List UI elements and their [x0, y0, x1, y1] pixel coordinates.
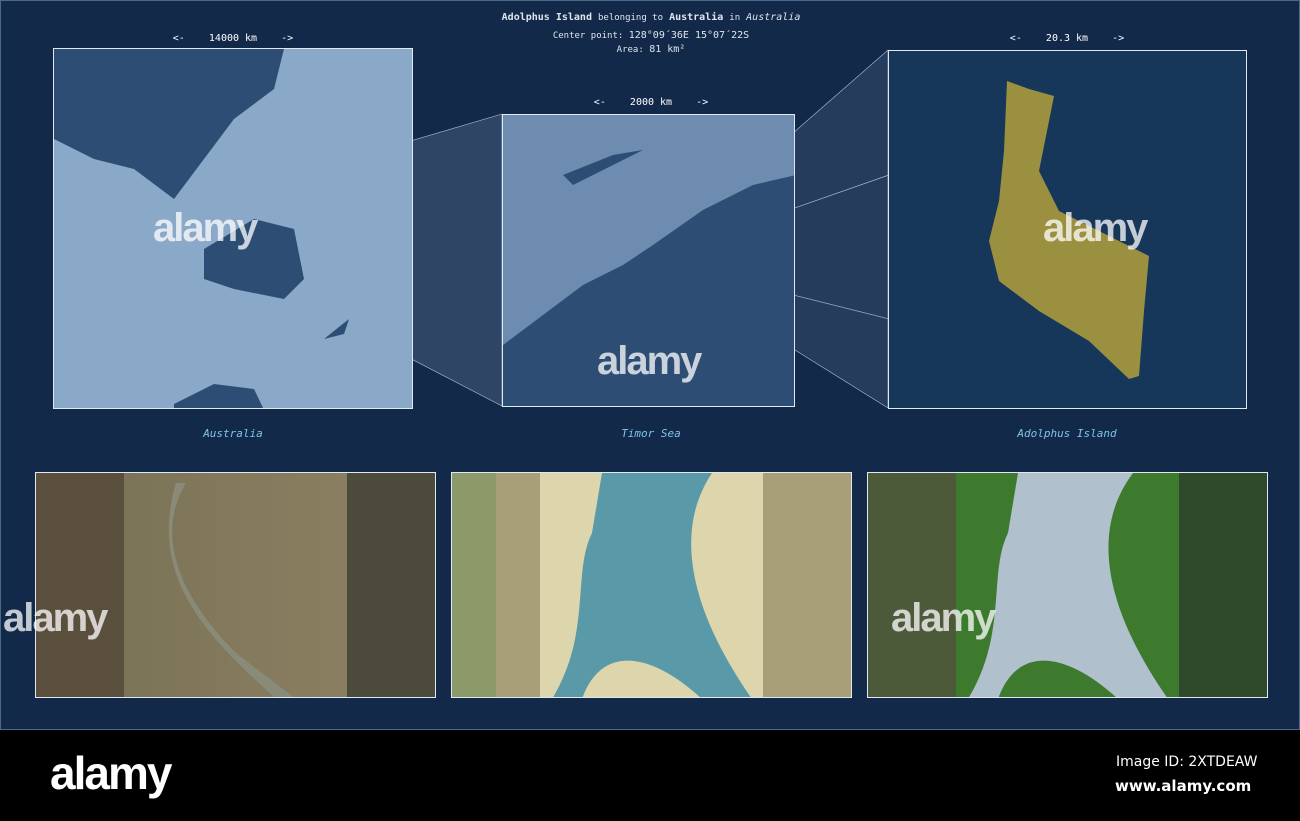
world-map-label: Australia: [203, 427, 263, 440]
watermark: alamy: [891, 596, 996, 640]
terrain-map[interactable]: [867, 472, 1268, 698]
watermark: alamy: [1043, 206, 1148, 250]
alamy-url[interactable]: www.alamy.com: [1115, 777, 1251, 795]
image-id: Image ID: 2XTDEAW: [1116, 754, 1258, 770]
island-map-label: Adolphus Island: [1017, 427, 1117, 440]
watermark: alamy: [597, 339, 702, 383]
watermark: alamy: [153, 206, 258, 250]
map-composite: Adolphus Island belonging to Australia i…: [0, 0, 1300, 730]
satellite-map[interactable]: [35, 472, 436, 698]
topographic-map[interactable]: [451, 472, 852, 698]
watermark: alamy: [3, 596, 108, 640]
footer: alamy Image ID: 2XTDEAW www.alamy.com: [0, 730, 1300, 821]
region-map-label: Timor Sea: [621, 427, 681, 440]
alamy-logo: alamy: [50, 747, 172, 799]
